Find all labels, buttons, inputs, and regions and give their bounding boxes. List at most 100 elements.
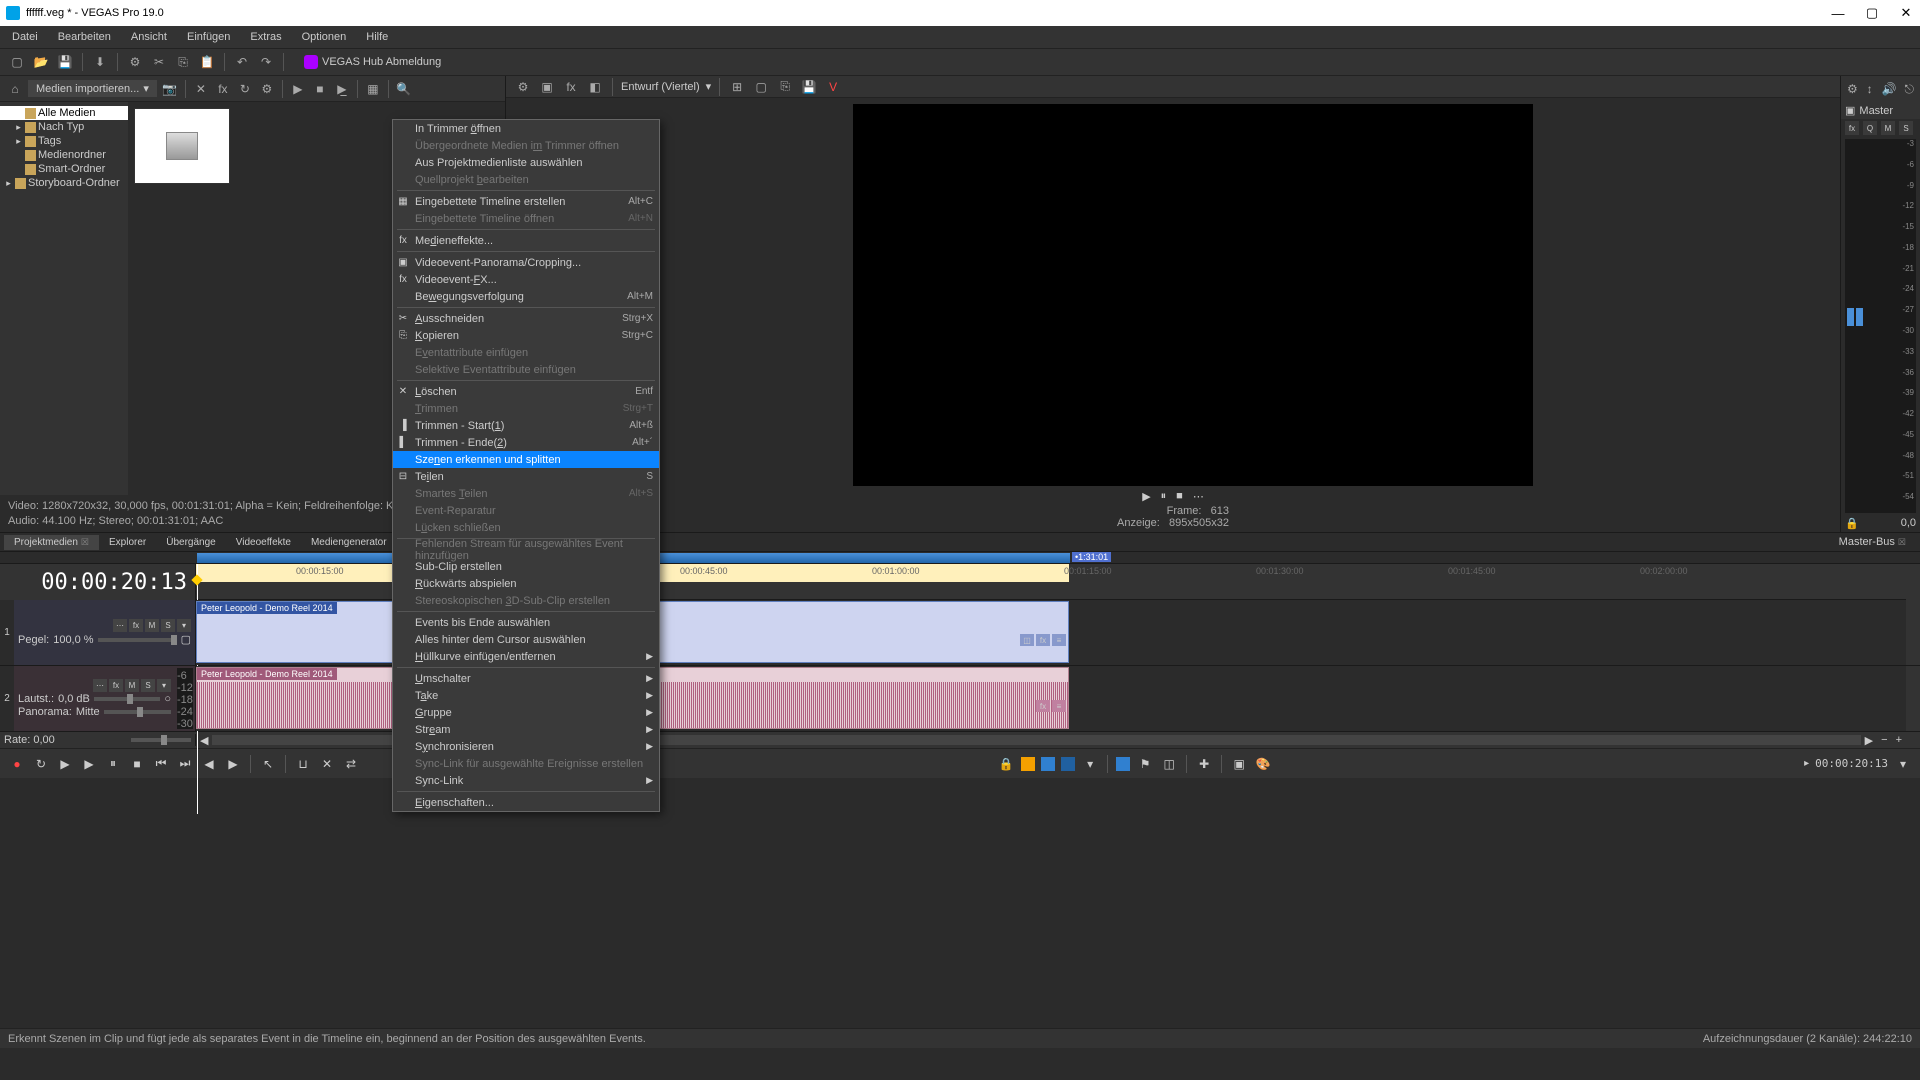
- master-S-button[interactable]: S: [1899, 121, 1913, 135]
- stop-button[interactable]: ■: [128, 755, 146, 773]
- track-min-icon[interactable]: ▾: [157, 679, 171, 692]
- ctx-videoevent-panorama-cropping-[interactable]: ▣Videoevent-Panorama/Cropping...: [393, 254, 659, 271]
- cut-icon[interactable]: ✂: [150, 53, 168, 71]
- open-icon[interactable]: 📂: [32, 53, 50, 71]
- preview-ext-icon[interactable]: ▣: [538, 78, 556, 96]
- color-darkblue[interactable]: [1061, 757, 1075, 771]
- prev-frame-button[interactable]: ◀: [200, 755, 218, 773]
- autoripple-icon[interactable]: ⇄: [342, 755, 360, 773]
- menu-datei[interactable]: Datei: [4, 29, 46, 45]
- clip-fx-icon[interactable]: fx: [1036, 634, 1050, 646]
- ctx-ausschneiden[interactable]: ✂AusschneidenStrg+X: [393, 310, 659, 327]
- clip-more-icon[interactable]: ≡: [1052, 700, 1066, 712]
- ctx-gruppe[interactable]: Gruppe▶: [393, 704, 659, 721]
- media-thumb[interactable]: [134, 108, 230, 184]
- props-icon[interactable]: ⚙: [258, 80, 276, 98]
- scroll-left-icon[interactable]: ◀: [196, 734, 212, 747]
- menu-extras[interactable]: Extras: [242, 29, 289, 45]
- paste-icon[interactable]: 📋: [198, 53, 216, 71]
- ctx-teilen[interactable]: ⊟TeilenS: [393, 468, 659, 485]
- go-start-button[interactable]: ⏮: [152, 755, 170, 773]
- region-icon[interactable]: ◫: [1160, 755, 1178, 773]
- ctx-sub-clip-erstellen[interactable]: Sub-Clip erstellen: [393, 558, 659, 575]
- level-slider[interactable]: [98, 638, 177, 642]
- stop-icon[interactable]: ■: [311, 80, 329, 98]
- track-min-icon[interactable]: ▾: [177, 619, 191, 632]
- properties-icon[interactable]: ⚙: [126, 53, 144, 71]
- master-M-button[interactable]: M: [1881, 121, 1895, 135]
- preview-split-icon[interactable]: ◧: [586, 78, 604, 96]
- ctx-stream[interactable]: Stream▶: [393, 721, 659, 738]
- master-gear-icon[interactable]: ⚙: [1847, 80, 1858, 98]
- ctx-umschalter[interactable]: Umschalter▶: [393, 670, 659, 687]
- ctx-in-trimmer-ffnen[interactable]: In Trimmer öffnen: [393, 120, 659, 137]
- add-track-icon[interactable]: ✚: [1195, 755, 1213, 773]
- ctx-alles-hinter-dem-cursor-ausw-h[interactable]: Alles hinter dem Cursor auswählen: [393, 631, 659, 648]
- tree-item[interactable]: ▸Tags: [0, 134, 128, 148]
- master-insert-icon[interactable]: ↕: [1866, 80, 1874, 98]
- fx-icon[interactable]: fx: [214, 80, 232, 98]
- ctx-l-schen[interactable]: ✕LöschenEntf: [393, 383, 659, 400]
- menu-ansicht[interactable]: Ansicht: [123, 29, 175, 45]
- close-button[interactable]: ✕: [1898, 5, 1914, 21]
- dropdown-icon[interactable]: ▾: [1081, 755, 1099, 773]
- preview-stop-icon[interactable]: ■: [1176, 490, 1183, 503]
- track-fx-icon[interactable]: fx: [109, 679, 123, 692]
- menu-einfügen[interactable]: Einfügen: [179, 29, 238, 45]
- render-icon[interactable]: ⬇: [91, 53, 109, 71]
- tab-projektmedien[interactable]: Projektmedien☒: [4, 535, 99, 550]
- time-dropdown-icon[interactable]: ▾: [1894, 755, 1912, 773]
- view-icon[interactable]: ▦: [364, 80, 382, 98]
- refresh-icon[interactable]: ↻: [236, 80, 254, 98]
- marker-blue[interactable]: [1116, 757, 1130, 771]
- ctx-szenen-erkennen-und-splitten[interactable]: Szenen erkennen und splitten: [393, 451, 659, 468]
- colors-icon[interactable]: 🎨: [1254, 755, 1272, 773]
- tab-videoeffekte[interactable]: Videoeffekte: [226, 535, 301, 550]
- import-media-button[interactable]: Medien importieren... ▾: [28, 80, 157, 97]
- v-icon[interactable]: V: [824, 78, 842, 96]
- tab-übergänge[interactable]: Übergänge: [156, 535, 225, 550]
- color-blue[interactable]: [1041, 757, 1055, 771]
- tab-explorer[interactable]: Explorer: [99, 535, 156, 550]
- master-vol-icon[interactable]: 🔊: [1882, 80, 1897, 98]
- tree-item[interactable]: Smart-Ordner: [0, 162, 128, 176]
- tab-master-bus[interactable]: Master-Bus☒: [1829, 534, 1916, 550]
- home-icon[interactable]: ⌂: [6, 80, 24, 98]
- clip-crop-icon[interactable]: ◫: [1020, 634, 1034, 646]
- ctx-kopieren[interactable]: ⎘KopierenStrg+C: [393, 327, 659, 344]
- phase-icon[interactable]: ○: [164, 693, 171, 705]
- master-Q-button[interactable]: Q: [1863, 121, 1877, 135]
- menu-hilfe[interactable]: Hilfe: [358, 29, 396, 45]
- vol-slider[interactable]: [94, 697, 160, 701]
- frame-icon[interactable]: ▢: [181, 633, 191, 646]
- tl-scroll-v[interactable]: [1906, 564, 1920, 600]
- safe-icon[interactable]: ▢: [752, 78, 770, 96]
- ctx-medieneffekte-[interactable]: fxMedieneffekte...: [393, 232, 659, 249]
- track-solo-button[interactable]: S: [141, 679, 155, 692]
- pause-button[interactable]: ⏸: [104, 755, 122, 773]
- maximize-button[interactable]: ▢: [1864, 5, 1880, 21]
- ctx-videoevent-fx-[interactable]: fxVideoevent-FX...: [393, 271, 659, 288]
- tree-item[interactable]: Alle Medien: [0, 106, 128, 120]
- preview-settings-icon[interactable]: ⚙: [514, 78, 532, 96]
- zoom-in-icon[interactable]: +: [1892, 734, 1906, 746]
- tab-mediengenerator[interactable]: Mediengenerator: [301, 535, 397, 550]
- preview-fx-icon[interactable]: fx: [562, 78, 580, 96]
- track-more-icon[interactable]: ⋯: [93, 679, 107, 692]
- end-marker[interactable]: •1:31:01: [1072, 552, 1111, 562]
- ctx-events-bis-ende-ausw-hlen[interactable]: Events bis Ende auswählen: [393, 614, 659, 631]
- save-frame-icon[interactable]: 💾: [800, 78, 818, 96]
- copy-icon[interactable]: ⎘: [174, 53, 192, 71]
- play-button[interactable]: ▶: [80, 755, 98, 773]
- track-mute-button[interactable]: M: [125, 679, 139, 692]
- capture-icon[interactable]: 📷: [161, 80, 179, 98]
- ctx-eingebettete-timeline-erstelle[interactable]: ▦Eingebettete Timeline erstellenAlt+C: [393, 193, 659, 210]
- undo-icon[interactable]: ↶: [233, 53, 251, 71]
- ctx-aus-projektmedienliste-ausw-hl[interactable]: Aus Projektmedienliste auswählen: [393, 154, 659, 171]
- loop-button[interactable]: ↻: [32, 755, 50, 773]
- menu-bearbeiten[interactable]: Bearbeiten: [50, 29, 119, 45]
- minimize-button[interactable]: —: [1830, 6, 1846, 21]
- go-end-button[interactable]: ⏭: [176, 755, 194, 773]
- play-start-button[interactable]: ▶: [56, 755, 74, 773]
- scroll-right-icon[interactable]: ▶: [1861, 734, 1877, 747]
